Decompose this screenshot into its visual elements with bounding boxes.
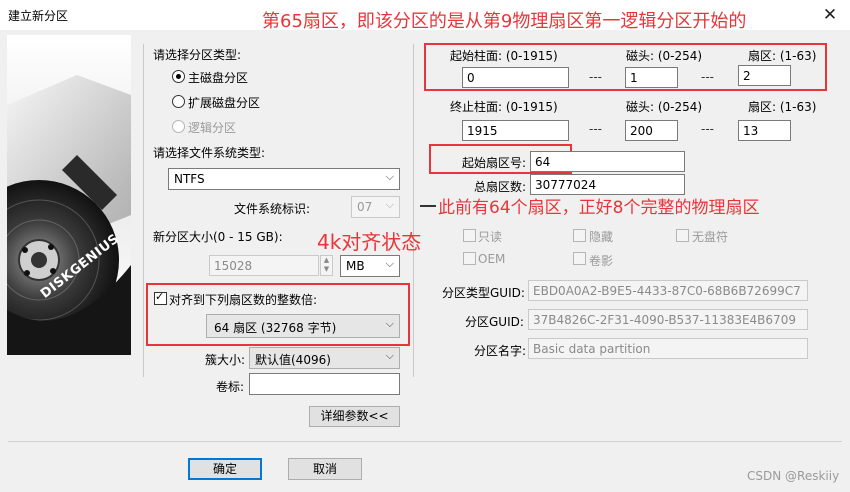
volume-input[interactable] — [249, 373, 400, 395]
start-sector-input[interactable]: 2 — [738, 65, 791, 86]
filesystem-select[interactable]: NTFS ⌵ — [168, 168, 400, 190]
end-sector-input[interactable]: 13 — [738, 120, 791, 141]
end-head-label: 磁头: (0-254) — [626, 100, 703, 114]
size-unit-select[interactable]: MB ⌵ — [340, 255, 400, 277]
diskgenius-logo-image — [7, 35, 131, 355]
size-unit-value: MB — [346, 259, 365, 273]
extended-partition-label[interactable]: 扩展磁盘分区 — [188, 94, 260, 111]
end-sector-value: 13 — [743, 124, 759, 138]
total-sectors-input[interactable]: 30777024 — [530, 174, 685, 195]
start-sector-label: 扇区: (1-63) — [748, 49, 817, 63]
end-cylinder-input[interactable]: 1915 — [462, 120, 569, 141]
divider — [8, 441, 842, 442]
size-input[interactable]: 15028 — [209, 255, 319, 276]
start-sector-number-label: 起始扇区号: — [462, 156, 527, 170]
shadow-copy-checkbox[interactable] — [573, 252, 586, 265]
readonly-label: 只读 — [478, 230, 503, 244]
no-drive-letter-checkbox[interactable] — [676, 229, 689, 242]
size-value: 15028 — [214, 259, 253, 273]
partition-guid-label: 分区GUID: — [465, 315, 524, 329]
partition-type-guid-value: EBD0A0A2-B9E5-4433-87C0-68B6B72699C7 — [533, 284, 801, 298]
start-sector-number-value: 64 — [535, 155, 551, 169]
oem-checkbox[interactable] — [463, 252, 476, 265]
checkmark-icon: ✓ — [155, 290, 165, 303]
start-sector-value: 2 — [743, 69, 751, 83]
align-sectors-select[interactable]: 64 扇区 (32768 字节) ⌵ — [206, 314, 400, 338]
window-title: 建立新分区 — [8, 9, 69, 23]
watermark: CSDN @Reskiiy — [747, 469, 840, 483]
filesystem-id-value: 07 — [357, 200, 373, 214]
end-sector-label: 扇区: (1-63) — [748, 100, 817, 114]
extended-partition-radio[interactable] — [172, 95, 185, 108]
ok-button[interactable]: 确定 — [188, 458, 262, 480]
chevron-down-icon: ⌵ — [385, 257, 394, 270]
primary-partition-radio[interactable] — [172, 70, 185, 83]
size-label: 新分区大小(0 - 15 GB): — [153, 230, 283, 244]
filesystem-value: NTFS — [174, 172, 205, 186]
separator: --- — [589, 70, 602, 84]
divider — [143, 44, 144, 377]
primary-partition-label[interactable]: 主磁盘分区 — [188, 69, 248, 86]
start-cylinder-label: 起始柱面: (0-1915) — [450, 49, 558, 63]
chevron-down-icon: ⌵ — [385, 170, 394, 183]
filesystem-label: 请选择文件系统类型: — [153, 146, 266, 160]
logical-partition-radio[interactable] — [172, 120, 185, 133]
end-head-input[interactable]: 200 — [625, 120, 678, 141]
start-head-value: 1 — [630, 71, 638, 85]
size-spinner[interactable]: ▲ ▼ — [320, 255, 333, 276]
partition-guid-value: 37B4826C-2F31-4090-B537-11383E4B6709 — [533, 313, 796, 327]
start-sector-number-input[interactable]: 64 — [530, 151, 685, 172]
filesystem-id-select[interactable]: 07 ⌵ — [351, 196, 400, 218]
separator: --- — [701, 122, 714, 136]
readonly-checkbox[interactable] — [463, 229, 476, 242]
start-cylinder-value: 0 — [467, 71, 475, 85]
partition-type-label: 请选择分区类型: — [153, 48, 242, 62]
hidden-checkbox[interactable] — [573, 229, 586, 242]
partition-name-field[interactable]: Basic data partition — [528, 338, 808, 359]
advanced-params-button[interactable]: 详细参数<< — [309, 406, 400, 427]
shadow-copy-label: 卷影 — [589, 254, 614, 268]
annotation-pointer — [420, 205, 436, 207]
volume-label: 卷标: — [216, 380, 245, 394]
separator: --- — [589, 122, 602, 136]
partition-name-label: 分区名字: — [474, 344, 527, 358]
annotation-middle: 此前有64个扇区，正好8个完整的物理扇区 — [438, 198, 760, 218]
no-drive-letter-label: 无盘符 — [692, 230, 729, 244]
cancel-button[interactable]: 取消 — [288, 458, 362, 480]
oem-label: OEM — [478, 252, 506, 266]
logical-partition-label[interactable]: 逻辑分区 — [188, 119, 236, 136]
start-head-input[interactable]: 1 — [625, 67, 678, 88]
align-checkbox[interactable]: ✓ — [154, 290, 167, 305]
end-head-value: 200 — [630, 124, 653, 138]
align-sectors-value: 64 扇区 (32768 字节) — [214, 321, 337, 335]
cluster-size-label: 簇大小: — [205, 353, 246, 367]
chevron-down-icon: ⌵ — [385, 349, 394, 362]
separator: --- — [701, 70, 714, 84]
annotation-top: 第65扇区，即该分区的是从第9物理扇区第一逻辑分区开始的 — [262, 11, 747, 32]
chevron-down-icon: ⌵ — [385, 317, 394, 330]
cluster-size-select[interactable]: 默认值(4096) ⌵ — [249, 347, 400, 369]
start-head-label: 磁头: (0-254) — [626, 49, 703, 63]
annotation-align-state: 4k对齐状态 — [317, 230, 422, 254]
filesystem-id-label: 文件系统标识: — [234, 202, 311, 216]
close-icon[interactable]: ✕ — [818, 4, 842, 26]
start-cylinder-input[interactable]: 0 — [462, 67, 569, 88]
end-cylinder-value: 1915 — [467, 124, 498, 138]
partition-type-guid-field[interactable]: EBD0A0A2-B9E5-4433-87C0-68B6B72699C7 — [528, 280, 808, 301]
partition-guid-field[interactable]: 37B4826C-2F31-4090-B537-11383E4B6709 — [528, 309, 808, 330]
chevron-down-icon: ⌵ — [385, 198, 394, 211]
total-sectors-value: 30777024 — [535, 178, 597, 192]
hidden-label: 隐藏 — [589, 230, 614, 244]
end-cylinder-label: 终止柱面: (0-1915) — [450, 100, 558, 114]
partition-name-value: Basic data partition — [533, 342, 651, 356]
cluster-size-value: 默认值(4096) — [255, 353, 331, 367]
align-label[interactable]: 对齐到下列扇区数的整数倍: — [169, 291, 317, 308]
divider — [413, 44, 414, 377]
partition-type-guid-label: 分区类型GUID: — [442, 286, 525, 300]
